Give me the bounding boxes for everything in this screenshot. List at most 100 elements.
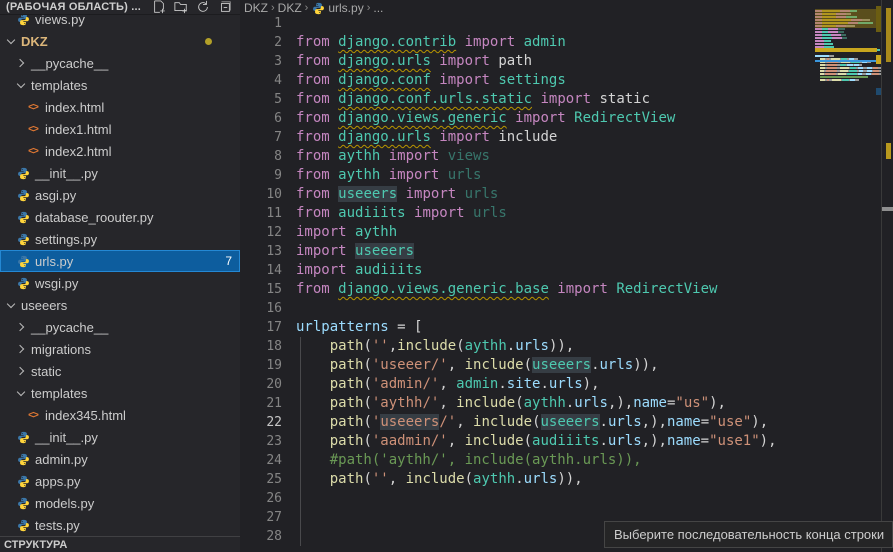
tree-folder-templates[interactable]: templates xyxy=(0,74,240,96)
refresh-icon[interactable] xyxy=(196,0,210,14)
code-line-8[interactable]: 8from aythh import views xyxy=(240,147,880,166)
tree-folder--pycache-[interactable]: __pycache__ xyxy=(0,52,240,74)
tooltip-text: Выберите последовательность конца строки xyxy=(614,527,884,542)
code-line-1[interactable]: 1 xyxy=(240,14,880,33)
tree-folder-useeers[interactable]: useeers xyxy=(0,294,240,316)
outline-section-header[interactable]: СТРУКТУРА xyxy=(0,536,240,552)
collapse-all-icon[interactable] xyxy=(218,0,232,14)
tree-file-wsgi-py[interactable]: wsgi.py xyxy=(0,272,240,294)
tree-item-label: templates xyxy=(31,78,87,93)
tree-file--init-py[interactable]: __init__.py xyxy=(0,426,240,448)
code-line-4[interactable]: 4from django.conf import settings xyxy=(240,71,880,90)
tree-file-urls-py[interactable]: urls.py7 xyxy=(0,250,240,272)
chevron-down-icon xyxy=(6,36,16,46)
code-line-17[interactable]: 17urlpatterns = [ xyxy=(240,318,880,337)
code-text: from django.views.generic.base import Re… xyxy=(282,280,717,299)
chevron-right-icon xyxy=(16,58,26,68)
python-file-icon xyxy=(16,518,30,532)
breadcrumb-item[interactable]: DKZ xyxy=(278,1,302,15)
tree-file-database-roouter-py[interactable]: database_roouter.py xyxy=(0,206,240,228)
code-text: path('useeer/', include(useeers.urls)), xyxy=(282,356,659,375)
code-text: from django.urls import include xyxy=(282,128,557,147)
code-line-15[interactable]: 15from django.views.generic.base import … xyxy=(240,280,880,299)
tree-folder-dkz[interactable]: DKZ xyxy=(0,30,240,52)
line-number: 21 xyxy=(240,394,282,413)
tree-item-label: index1.html xyxy=(45,122,111,137)
code-line-23[interactable]: 23 path('aadmin/', include(audiiits.urls… xyxy=(240,432,880,451)
line-number: 5 xyxy=(240,90,282,109)
code-text: path('',include(aythh.urls)), xyxy=(282,337,574,356)
chevron-right-icon xyxy=(16,322,26,332)
new-folder-icon[interactable] xyxy=(174,0,188,14)
explorer-section-header[interactable]: (РАБОЧАЯ ОБЛАСТЬ) ... xyxy=(0,0,240,15)
tree-item-label: asgi.py xyxy=(35,188,76,203)
line-number: 17 xyxy=(240,318,282,337)
new-file-icon[interactable] xyxy=(152,0,166,14)
tree-file-apps-py[interactable]: apps.py xyxy=(0,470,240,492)
breadcrumb-separator-icon: › xyxy=(271,2,275,14)
code-line-5[interactable]: 5from django.conf.urls.static import sta… xyxy=(240,90,880,109)
code-text: from django.contrib import admin xyxy=(282,33,566,52)
tree-item-label: admin.py xyxy=(35,452,88,467)
code-line-20[interactable]: 20 path('admin/', admin.site.urls), xyxy=(240,375,880,394)
html-file-icon: <> xyxy=(26,122,40,136)
tree-folder-static[interactable]: static xyxy=(0,360,240,382)
code-line-19[interactable]: 19 path('useeer/', include(useeers.urls)… xyxy=(240,356,880,375)
tree-item-label: urls.py xyxy=(35,254,73,269)
code-line-11[interactable]: 11from audiiits import urls xyxy=(240,204,880,223)
code-line-22[interactable]: 22 path('useeers/', include(useeers.urls… xyxy=(240,413,880,432)
indent-guide xyxy=(300,337,301,546)
line-number: 8 xyxy=(240,147,282,166)
minimap[interactable] xyxy=(815,6,881,108)
tree-item-label: index.html xyxy=(45,100,104,115)
python-file-icon xyxy=(16,430,30,444)
code-line-21[interactable]: 21 path('aythh/', include(aythh.urls,),n… xyxy=(240,394,880,413)
modified-dot-icon xyxy=(205,38,212,45)
tree-folder--pycache-[interactable]: __pycache__ xyxy=(0,316,240,338)
line-number: 2 xyxy=(240,33,282,52)
tree-file-asgi-py[interactable]: asgi.py xyxy=(0,184,240,206)
code-line-24[interactable]: 24 #path('aythh/', include(aythh.urls)), xyxy=(240,451,880,470)
code-area[interactable]: 12from django.contrib import admin3from … xyxy=(240,14,880,546)
tree-file-settings-py[interactable]: settings.py xyxy=(0,228,240,250)
code-line-26[interactable]: 26 xyxy=(240,489,880,508)
line-number: 14 xyxy=(240,261,282,280)
code-line-25[interactable]: 25 path('', include(aythh.urls)), xyxy=(240,470,880,489)
tree-file-index1-html[interactable]: <> index1.html xyxy=(0,118,240,140)
code-line-3[interactable]: 3from django.urls import path xyxy=(240,52,880,71)
overview-ruler-scrollbar[interactable] xyxy=(882,0,893,552)
code-line-12[interactable]: 12import aythh xyxy=(240,223,880,242)
tree-file-index345-html[interactable]: <>index345.html xyxy=(0,404,240,426)
code-text: urlpatterns = [ xyxy=(282,318,422,337)
breadcrumb-item[interactable]: urls.py xyxy=(328,1,363,15)
code-line-14[interactable]: 14import audiiits xyxy=(240,261,880,280)
tree-file--init-py[interactable]: __init__.py xyxy=(0,162,240,184)
code-line-13[interactable]: 13import useeers xyxy=(240,242,880,261)
tree-folder-migrations[interactable]: migrations xyxy=(0,338,240,360)
breadcrumb-item[interactable]: DKZ xyxy=(244,1,268,15)
tree-file-models-py[interactable]: models.py xyxy=(0,492,240,514)
code-line-16[interactable]: 16 xyxy=(240,299,880,318)
code-line-2[interactable]: 2from django.contrib import admin xyxy=(240,33,880,52)
code-text: import aythh xyxy=(282,223,397,242)
code-line-7[interactable]: 7from django.urls import include xyxy=(240,128,880,147)
tree-file-tests-py[interactable]: tests.py xyxy=(0,514,240,536)
code-line-9[interactable]: 9from aythh import urls xyxy=(240,166,880,185)
minimap-decoration xyxy=(815,48,877,52)
tree-file-index-html[interactable]: <>index.html xyxy=(0,96,240,118)
line-number: 19 xyxy=(240,356,282,375)
code-editor: DKZ›DKZ› urls.py›... 12from django.contr… xyxy=(240,0,893,552)
breadcrumb-item[interactable]: ... xyxy=(373,1,383,15)
code-line-6[interactable]: 6from django.views.generic import Redire… xyxy=(240,109,880,128)
tree-folder-templates[interactable]: templates xyxy=(0,382,240,404)
chevron-down-icon xyxy=(6,300,16,310)
tree-file-index2-html[interactable]: <>index2.html xyxy=(0,140,240,162)
code-line-18[interactable]: 18 path('',include(aythh.urls)), xyxy=(240,337,880,356)
python-file-icon xyxy=(16,276,30,290)
code-text: from useeers import urls xyxy=(282,185,498,204)
python-file-icon xyxy=(311,1,325,15)
ruler-mark xyxy=(886,143,891,159)
tree-item-label: wsgi.py xyxy=(35,276,78,291)
tree-file-admin-py[interactable]: admin.py xyxy=(0,448,240,470)
code-line-10[interactable]: 10from useeers import urls xyxy=(240,185,880,204)
